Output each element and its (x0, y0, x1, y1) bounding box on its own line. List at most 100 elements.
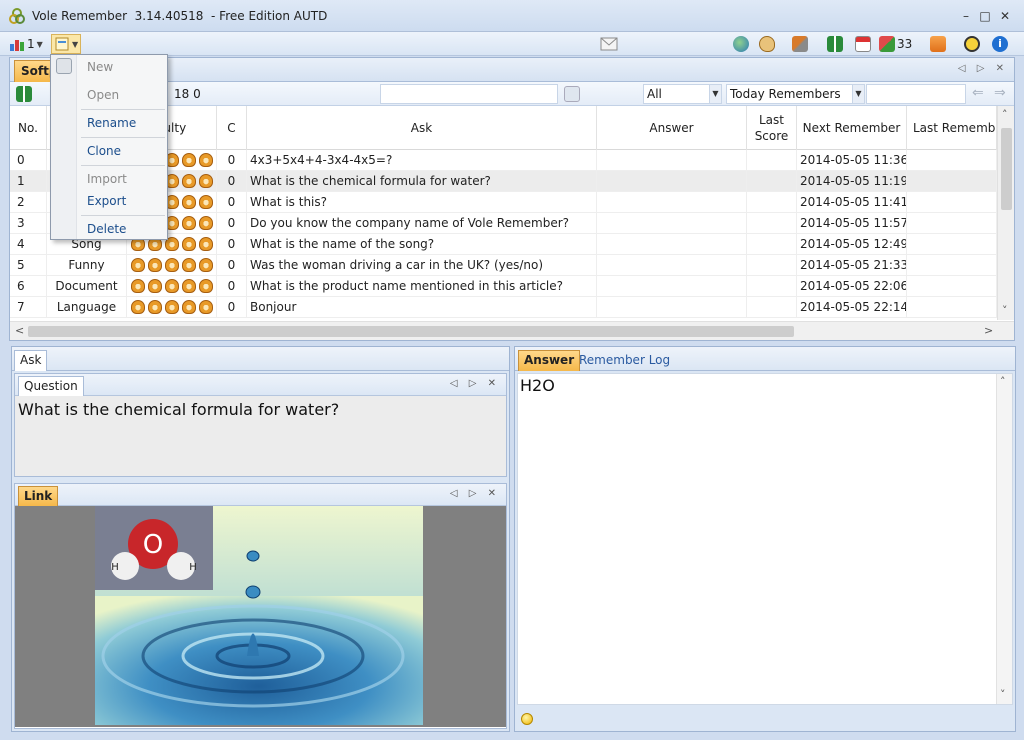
book-open-icon[interactable] (16, 86, 32, 102)
cell-c: 0 (217, 234, 247, 255)
cell-no: 3 (10, 213, 47, 234)
rss-button[interactable] (930, 34, 946, 54)
col-header-answer[interactable]: Answer (597, 106, 747, 150)
menu-item-new[interactable]: New (87, 59, 113, 75)
tiger-icon (182, 237, 196, 251)
timer-button[interactable] (964, 34, 980, 54)
cell-next-remember: 2014-05-05 11:41 (797, 192, 907, 213)
table-row[interactable]: 7 Language 0 Bonjour 2014-05-05 22:14 (10, 297, 997, 318)
tiger-icon (131, 300, 145, 314)
menu-item-delete[interactable]: Delete (87, 221, 126, 237)
col-header-last-remember[interactable]: Last Remembe (907, 106, 997, 150)
table-row[interactable]: 6 Document 0 What is the product name me… (10, 276, 997, 297)
filter-all-select[interactable]: All ▼ (643, 84, 722, 104)
answer-panel-tabs: Answer Remember Log (515, 347, 1015, 371)
today-tasks-icon (879, 36, 895, 52)
today-remembers-button[interactable]: 33 (879, 34, 912, 54)
palette-icon (759, 36, 775, 52)
book-button[interactable] (827, 34, 843, 54)
filter-all-value: All (647, 87, 662, 101)
table-row[interactable]: 5 Funny 0 Was the woman driving a car in… (10, 255, 997, 276)
menu-icon-gutter (51, 55, 77, 239)
chevron-down-icon: ▼ (72, 39, 79, 49)
cell-ask: What is the chemical formula for water? (247, 171, 597, 192)
menu-item-export[interactable]: Export (87, 193, 126, 209)
close-button[interactable]: ✕ (996, 8, 1014, 24)
app-logo-icon (9, 8, 25, 24)
col-header-no[interactable]: No. (10, 106, 47, 150)
tiger-icon (182, 195, 196, 209)
mail-button[interactable] (600, 34, 618, 54)
vertical-scroll-thumb[interactable] (1001, 128, 1012, 210)
search-input[interactable] (380, 84, 558, 104)
calendar-button[interactable] (855, 34, 871, 54)
chevron-up-icon[interactable]: ˄ (1002, 108, 1008, 121)
back-arrow-icon[interactable]: ⇐ (972, 85, 984, 101)
cell-c: 0 (217, 213, 247, 234)
cell-no: 1 (10, 171, 47, 192)
tiger-icon (199, 237, 213, 251)
grid-vertical-scrollbar[interactable]: ˄ ˅ (997, 106, 1014, 320)
tiger-icon (148, 258, 162, 272)
cell-answer (597, 297, 747, 318)
tiger-icon (165, 300, 179, 314)
cell-last-score (747, 171, 797, 192)
books-dropdown-button[interactable]: 1 ▼ (9, 34, 43, 54)
grid-horizontal-scrollbar[interactable]: < > (10, 321, 1014, 340)
tab-question[interactable]: Question (18, 376, 84, 396)
tab-scroll-controls[interactable]: ◁ ▷ ✕ (958, 63, 1008, 74)
document-menu-button[interactable]: ▼ (51, 34, 82, 54)
col-header-next-remember[interactable]: Next Remember (797, 106, 907, 150)
col-header-c[interactable]: C (217, 106, 247, 150)
tools-button[interactable] (792, 34, 808, 54)
app-name: Vole Remember (32, 9, 128, 23)
tab-answer[interactable]: Answer (518, 350, 581, 371)
stopwatch-icon (964, 36, 980, 52)
subpanel-controls[interactable]: ◁ ▷ ✕ (450, 488, 500, 499)
cell-last-remember (907, 297, 997, 318)
tiger-icon (182, 216, 196, 230)
menu-item-rename[interactable]: Rename (87, 115, 136, 131)
horizontal-scroll-thumb[interactable] (28, 326, 794, 337)
menu-item-import[interactable]: Import (87, 171, 127, 187)
subpanel-controls[interactable]: ◁ ▷ ✕ (450, 378, 500, 389)
col-header-ask[interactable]: Ask (247, 106, 597, 150)
chevron-down-icon[interactable]: ˅ (1002, 304, 1008, 317)
chevron-down-icon[interactable]: ˅ (1000, 688, 1006, 701)
cell-last-remember (907, 150, 997, 171)
chevron-up-icon[interactable]: ˄ (1000, 375, 1006, 388)
lightbulb-icon[interactable] (521, 713, 533, 725)
cell-no: 0 (10, 150, 47, 171)
difficulty-rating (127, 255, 217, 276)
answer-content[interactable]: H2O ˄ ˅ (517, 373, 1013, 705)
chevron-left-icon[interactable]: < (15, 324, 24, 337)
filter-mode-select[interactable]: Today Remembers ▼ (726, 84, 865, 104)
forward-arrow-icon[interactable]: ⇒ (994, 85, 1006, 101)
search-go-icon[interactable] (564, 86, 580, 102)
cell-last-score (747, 192, 797, 213)
ask-panel-tabs: Ask (12, 347, 509, 371)
cell-answer (597, 234, 747, 255)
tab-ask[interactable]: Ask (14, 350, 48, 371)
question-text: What is the chemical formula for water? (18, 400, 340, 419)
link-subpanel: Link ◁ ▷ ✕ O H H (14, 483, 507, 729)
cell-last-remember (907, 192, 997, 213)
maximize-button[interactable]: □ (976, 8, 994, 24)
tiger-icon (199, 195, 213, 209)
menu-item-clone[interactable]: Clone (87, 143, 121, 159)
tiger-icon (182, 153, 196, 167)
answer-text: H2O (520, 376, 555, 395)
about-button[interactable]: i (992, 34, 1008, 54)
palette-button[interactable] (759, 34, 775, 54)
globe-button[interactable] (733, 34, 749, 54)
minimize-button[interactable]: – (957, 8, 975, 24)
extra-filter-input[interactable] (866, 84, 966, 104)
main-toolbar: 1 ▼ ▼ 33 i (0, 32, 1024, 56)
tab-link[interactable]: Link (18, 486, 59, 506)
col-header-last-score[interactable]: Last Score (747, 106, 797, 150)
menu-item-open[interactable]: Open (87, 87, 119, 103)
answer-vertical-scrollbar[interactable]: ˄ ˅ (996, 374, 1012, 704)
tab-remember-log[interactable]: Remember Log (573, 350, 676, 371)
chevron-right-icon[interactable]: > (984, 324, 993, 337)
cell-c: 0 (217, 255, 247, 276)
